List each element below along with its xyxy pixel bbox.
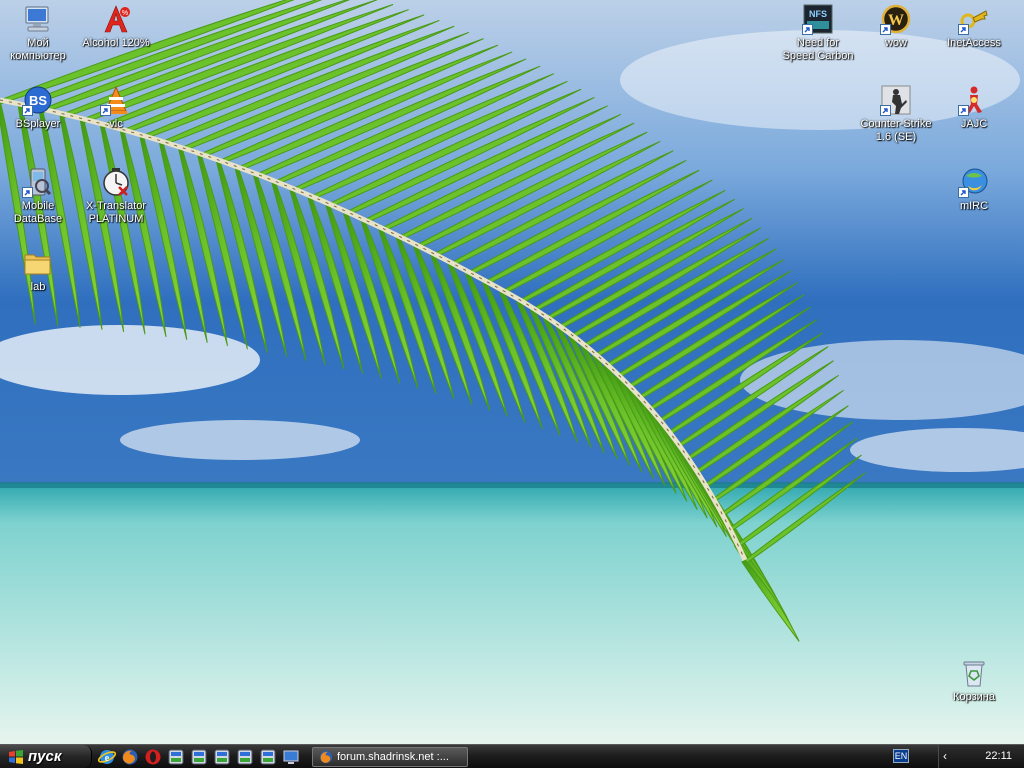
quick-launch-app-icon[interactable] <box>167 748 185 766</box>
start-button[interactable]: пуск <box>0 745 92 768</box>
shortcut-arrow-icon <box>100 105 111 116</box>
quick-launch-opera-icon[interactable] <box>144 748 162 766</box>
desktop-icon-folder[interactable]: lab <box>0 247 76 294</box>
desktop-icon-mirc[interactable]: mIRC <box>936 166 1012 213</box>
desktop-icon-mobile-database[interactable]: Mobile DataBase <box>0 166 76 226</box>
desktop-icon-label: JAJC <box>960 118 988 130</box>
bsplayer-icon: BS <box>22 84 54 116</box>
mirc-icon <box>958 166 990 198</box>
desktop[interactable]: Мой компьютер% Alcohol 120% BS BSplayer vlc M… <box>0 0 1024 744</box>
tray-expand-icon[interactable]: ‹ <box>943 749 947 763</box>
desktop-icon-label: InetAccess <box>947 37 1001 49</box>
system-tray: EN ‹ 22:11 <box>893 745 1024 768</box>
quick-launch-app-icon[interactable] <box>236 748 254 766</box>
firefox-icon <box>319 750 333 764</box>
recycle-bin-icon <box>958 657 990 689</box>
desktop-icon-jajc[interactable]: JAJC <box>936 84 1012 131</box>
clock[interactable]: 22:11 <box>985 750 1012 762</box>
desktop-icon-label: wow <box>884 37 907 49</box>
desktop-icon-inetaccess[interactable]: InetAccess <box>936 3 1012 50</box>
desktop-icon-label: lab <box>30 281 46 293</box>
svg-text:e: e <box>105 753 110 764</box>
desktop-icon-my-computer[interactable]: Мой компьютер <box>0 3 76 63</box>
windows-logo-icon <box>9 749 23 764</box>
quick-launch-app-icon[interactable] <box>213 748 231 766</box>
desktop-icon-label: Need for Speed Carbon <box>782 37 854 62</box>
shortcut-arrow-icon <box>22 187 33 198</box>
quick-launch-bar: e <box>98 748 305 766</box>
inetaccess-icon <box>958 3 990 35</box>
desktop-icon-label: Mobile DataBase <box>13 200 63 225</box>
x-translator-icon <box>100 166 132 198</box>
my-computer-icon <box>22 3 54 35</box>
quick-launch-ie-icon[interactable]: e <box>98 748 116 766</box>
shortcut-arrow-icon <box>958 105 969 116</box>
taskbar: пуск e forum.shadrinsk.net :... EN ‹ 22:… <box>0 744 1024 768</box>
desktop-icon-label: vlc <box>109 118 123 130</box>
desktop-icon-label: Корзина <box>953 691 995 703</box>
folder-icon <box>22 247 54 279</box>
desktop-icon-label: X-Translator PLATINUM <box>85 200 147 225</box>
shortcut-arrow-icon <box>802 24 813 35</box>
desktop-icon-label: BSplayer <box>15 118 61 130</box>
desktop-icon-label: Counter-Strike 1.6 (SE) <box>860 118 932 143</box>
shortcut-arrow-icon <box>880 24 891 35</box>
quick-launch-app-icon[interactable] <box>259 748 277 766</box>
vlc-icon <box>100 84 132 116</box>
svg-text:%: % <box>122 10 128 17</box>
jajc-icon <box>958 84 990 116</box>
desktop-icon-counter-strike[interactable]: Counter-Strike 1.6 (SE) <box>858 84 934 144</box>
shortcut-arrow-icon <box>22 105 33 116</box>
quick-launch-show-desktop-icon[interactable] <box>282 748 300 766</box>
mobile-database-icon <box>22 166 54 198</box>
task-button-label: forum.shadrinsk.net :... <box>337 751 449 763</box>
shortcut-arrow-icon <box>880 105 891 116</box>
alcohol-icon: % <box>100 3 132 35</box>
counter-strike-icon <box>880 84 912 116</box>
nfs-carbon-icon: NFS <box>802 3 834 35</box>
shortcut-arrow-icon <box>958 187 969 198</box>
desktop-icon-wow[interactable]: Wwow <box>858 3 934 50</box>
wow-icon: W <box>880 3 912 35</box>
desktop-icon-recycle-bin[interactable]: Корзина <box>936 657 1012 704</box>
svg-text:NFS: NFS <box>809 9 827 19</box>
quick-launch-app-icon[interactable] <box>190 748 208 766</box>
shortcut-arrow-icon <box>958 24 969 35</box>
desktop-icon-label: Мой компьютер <box>10 37 66 62</box>
desktop-icon-bsplayer[interactable]: BS BSplayer <box>0 84 76 131</box>
desktop-icon-x-translator[interactable]: X-Translator PLATINUM <box>78 166 154 226</box>
desktop-icon-nfs-carbon[interactable]: NFS Need for Speed Carbon <box>780 3 856 63</box>
desktop-icon-label: Alcohol 120% <box>82 37 150 49</box>
language-indicator[interactable]: EN <box>893 749 909 763</box>
task-button-firefox[interactable]: forum.shadrinsk.net :... <box>312 747 468 767</box>
start-label: пуск <box>28 748 62 765</box>
desktop-icon-vlc[interactable]: vlc <box>78 84 154 131</box>
desktop-icon-label: mIRC <box>959 200 989 212</box>
quick-launch-firefox-icon[interactable] <box>121 748 139 766</box>
desktop-icon-alcohol[interactable]: % Alcohol 120% <box>78 3 154 50</box>
